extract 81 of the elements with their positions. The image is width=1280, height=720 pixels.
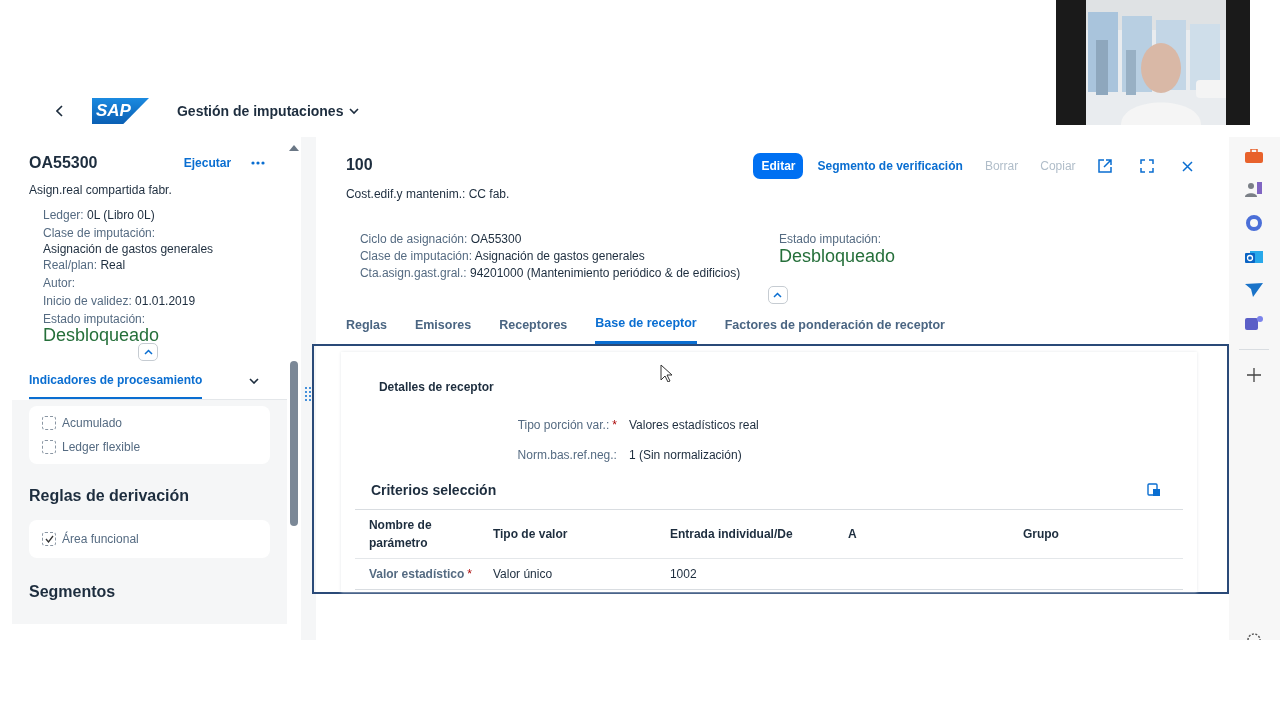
field-label: Tipo porción var.: bbox=[517, 416, 610, 434]
chevron-up-icon[interactable] bbox=[773, 292, 783, 298]
column-header: Entrada individual/De bbox=[669, 525, 794, 543]
required-mark: * bbox=[612, 416, 617, 434]
cursor-icon bbox=[660, 364, 672, 382]
settings-icon[interactable] bbox=[1246, 632, 1263, 640]
scrollbar-thumb[interactable] bbox=[290, 361, 298, 526]
checkbox-label: Ledger flexible bbox=[62, 439, 141, 456]
field-label: Estado imputación: bbox=[778, 231, 882, 248]
tab[interactable]: Emisores bbox=[414, 314, 472, 344]
status-text: Desbloqueado bbox=[43, 327, 161, 343]
toolbar-link[interactable]: Segmento de verificación bbox=[817, 157, 963, 175]
field-value: Asignación de gastos generales bbox=[43, 241, 215, 257]
app-title: Gestión de imputaciones bbox=[176, 101, 344, 121]
collapse-button[interactable] bbox=[138, 343, 159, 361]
chevron-down-icon[interactable] bbox=[349, 107, 360, 115]
field-label: Autor: bbox=[43, 276, 75, 290]
record-subtitle: Asign.real compartida fabr. bbox=[29, 182, 173, 199]
field-label: Estado imputación: bbox=[43, 311, 147, 327]
field-value: Real bbox=[100, 258, 126, 272]
record-title: OA55300 bbox=[29, 153, 99, 173]
field-value: 0L (Libro 0L) bbox=[87, 208, 155, 222]
table-settings-icon[interactable] bbox=[1146, 483, 1161, 498]
column-header: Tipo de valor bbox=[492, 525, 569, 543]
collapse-button[interactable] bbox=[767, 286, 788, 304]
status-text: Desbloqueado bbox=[778, 248, 896, 265]
checkbox-label: Área funcional bbox=[62, 530, 139, 548]
field-value: 94201000 (Mantenimiento periódico & de edificios) bbox=[470, 266, 741, 280]
table-cell-text: Valor único bbox=[492, 565, 554, 583]
checkbox-label: Acumulado bbox=[62, 415, 123, 432]
column-header: Nombre de parámetro bbox=[368, 516, 433, 552]
briefcase-icon[interactable] bbox=[1245, 149, 1264, 163]
section-heading: Criterios selección bbox=[370, 480, 498, 500]
field-value: Valores estadísticos real bbox=[628, 416, 759, 434]
required-mark: * bbox=[467, 565, 472, 583]
field-label: Clase de imputación: bbox=[43, 225, 157, 241]
field-value: OA55300 bbox=[470, 232, 522, 246]
field-label: Norm.bas.ref.neg.: bbox=[517, 446, 617, 464]
column-header: Grupo bbox=[1022, 525, 1060, 543]
record-subtitle: Cost.edif.y mantenim.: CC fab. bbox=[345, 186, 511, 203]
tab[interactable]: Base de receptor bbox=[595, 314, 697, 344]
field-label: Inicio de validez: bbox=[43, 294, 132, 308]
fullscreen-icon[interactable] bbox=[1139, 159, 1154, 173]
back-icon[interactable] bbox=[56, 105, 64, 117]
chevron-up-icon[interactable] bbox=[143, 349, 153, 355]
checkbox[interactable] bbox=[42, 532, 56, 546]
tab[interactable]: Reglas bbox=[345, 314, 387, 344]
field-label: Cta.asign.gast.gral.: bbox=[359, 266, 467, 280]
people-icon[interactable] bbox=[1245, 181, 1264, 197]
checkbox[interactable] bbox=[42, 416, 56, 430]
add-icon[interactable] bbox=[1247, 368, 1262, 382]
field-label: Ledger: bbox=[43, 208, 84, 222]
tab[interactable]: Receptores bbox=[499, 314, 568, 344]
table-cell-text: 1002 bbox=[669, 565, 698, 583]
section-heading: Reglas de derivación bbox=[29, 486, 191, 506]
column-header: A bbox=[847, 525, 858, 543]
drag-handle-icon[interactable] bbox=[304, 387, 311, 401]
ring-icon[interactable] bbox=[1246, 215, 1263, 231]
field-value: Asignación de gastos generales bbox=[474, 249, 645, 263]
section-heading: Segmentos bbox=[29, 582, 117, 602]
mail-icon[interactable] bbox=[1245, 249, 1264, 265]
chevron-icon[interactable] bbox=[249, 378, 260, 384]
share-icon[interactable] bbox=[1097, 159, 1112, 173]
logo: SAP bbox=[92, 98, 149, 124]
record-title: 100 bbox=[345, 155, 374, 175]
field-label: Clase de imputación: bbox=[359, 249, 472, 263]
field-value: 1 (Sin normalización) bbox=[628, 446, 742, 464]
team-icon[interactable] bbox=[1245, 315, 1264, 331]
scroll-up-icon[interactable] bbox=[289, 145, 299, 151]
tab[interactable]: Factores de ponderación de receptor bbox=[724, 314, 945, 344]
close-icon[interactable] bbox=[1181, 160, 1193, 172]
field-label: Real/plan: bbox=[43, 258, 98, 272]
checkbox[interactable] bbox=[42, 440, 56, 454]
send-icon[interactable] bbox=[1245, 283, 1264, 297]
more-icon[interactable] bbox=[251, 161, 266, 165]
field-value: 01.01.2019 bbox=[135, 294, 196, 308]
section-heading: Detalles de receptor bbox=[378, 378, 495, 396]
field-label: Ciclo de asignación: bbox=[359, 232, 468, 246]
run-link[interactable]: Ejecutar bbox=[183, 154, 232, 172]
parameter-name: Valor estadístico bbox=[368, 565, 465, 583]
edit-button[interactable]: Editar bbox=[753, 153, 804, 179]
